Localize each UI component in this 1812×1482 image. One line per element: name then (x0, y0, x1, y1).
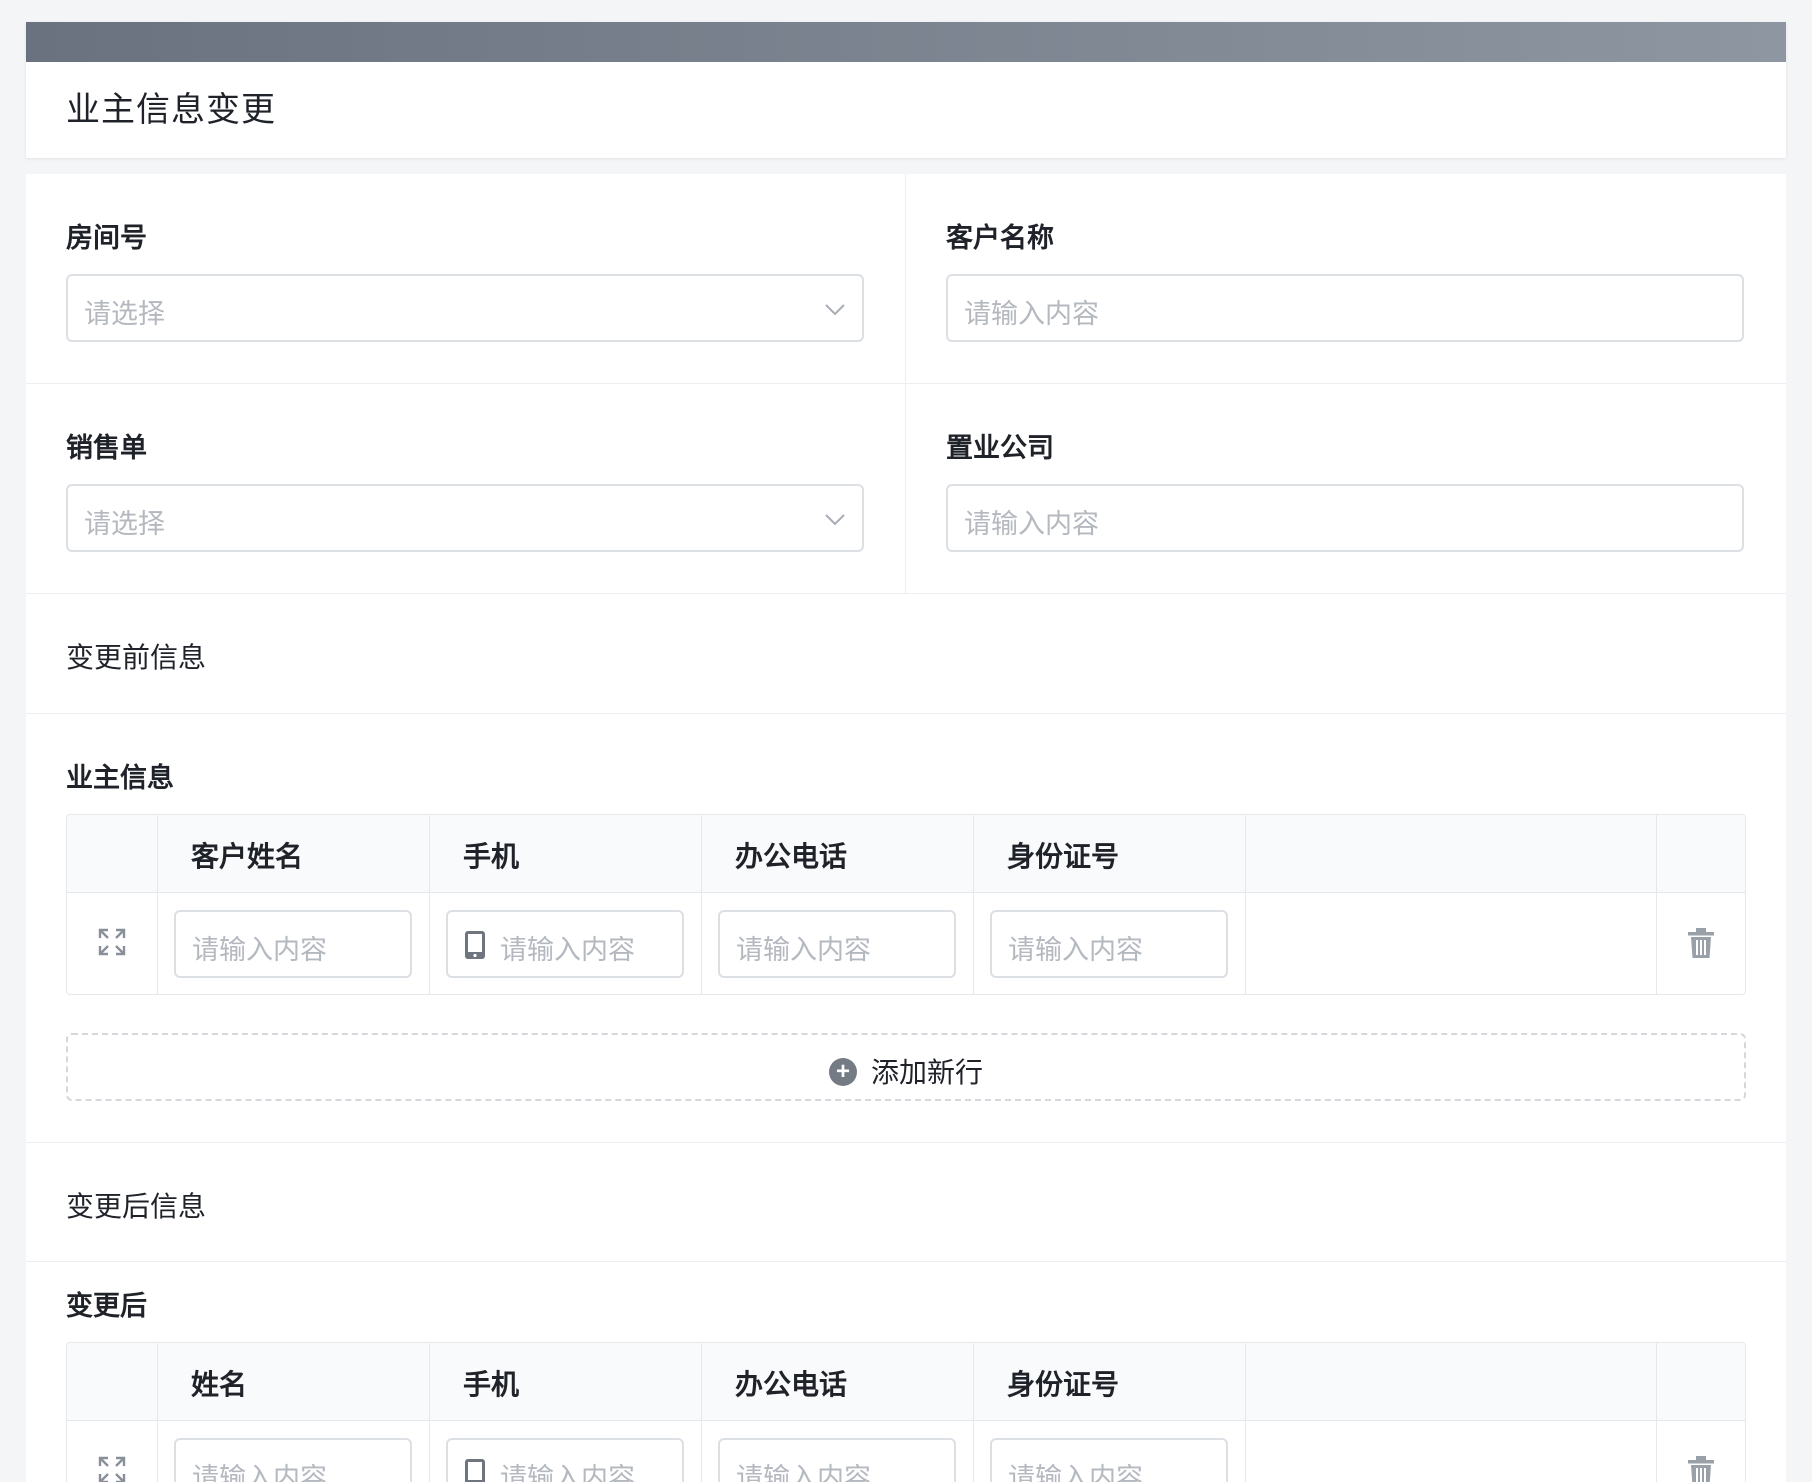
after-col-office-phone: 办公电话 (735, 1369, 848, 1400)
form-card: 房间号 请选择 客户名称 请输入内容 销售单 请选择 置业公司 请输入内容 变更… (26, 174, 1786, 1482)
property-company-label: 置业公司 (946, 433, 1054, 463)
room-no-select[interactable]: 请选择 (66, 274, 864, 342)
column-divider (157, 1343, 158, 1482)
after-name-input[interactable]: 请输入内容 (174, 1438, 412, 1482)
after-col-name: 姓名 (191, 1369, 248, 1400)
owner-col-name: 客户姓名 (191, 841, 304, 872)
property-company-input[interactable]: 请输入内容 (946, 484, 1744, 552)
chevron-down-icon (825, 304, 845, 316)
after-mobile-input[interactable]: 请输入内容 (446, 1438, 684, 1482)
column-divider (701, 815, 702, 994)
owner-table-title: 业主信息 (66, 763, 174, 793)
column-divider (157, 815, 158, 994)
phone-icon (465, 931, 485, 959)
phone-icon (465, 1459, 485, 1482)
owner-table-header (67, 815, 1745, 893)
plus-circle-icon: + (828, 1057, 857, 1086)
owner-office-phone-input[interactable]: 请输入内容 (718, 910, 956, 978)
sales-order-label: 销售单 (66, 433, 147, 463)
room-no-placeholder: 请选择 (84, 299, 165, 329)
customer-name-placeholder: 请输入内容 (964, 299, 1099, 329)
column-divider (429, 815, 430, 994)
owner-id-number-input[interactable]: 请输入内容 (990, 910, 1228, 978)
section-before-title: 变更前信息 (66, 642, 207, 673)
column-divider (429, 1343, 430, 1482)
column-divider (973, 815, 974, 994)
sales-order-select[interactable]: 请选择 (66, 484, 864, 552)
column-divider (1656, 1343, 1657, 1482)
expand-icon[interactable] (97, 927, 127, 957)
room-no-label: 房间号 (66, 223, 147, 253)
section-after-info: 变更后信息 (26, 1142, 1786, 1262)
column-divider (1656, 815, 1657, 994)
sales-order-placeholder: 请选择 (84, 509, 165, 539)
section-before-info: 变更前信息 (26, 594, 1786, 714)
column-divider (1245, 1343, 1246, 1482)
page: 业主信息变更 房间号 请选择 客户名称 请输入内容 销售单 请选择 置业公司 请… (26, 22, 1786, 1482)
column-divider (973, 1343, 974, 1482)
after-col-mobile: 手机 (463, 1369, 520, 1400)
after-name-placeholder: 请输入内容 (192, 1463, 327, 1482)
header-strip (26, 22, 1786, 62)
page-title: 业主信息变更 (66, 91, 276, 129)
column-divider (1245, 815, 1246, 994)
after-id-number-input[interactable]: 请输入内容 (990, 1438, 1228, 1482)
form-row-1: 房间号 请选择 客户名称 请输入内容 (26, 174, 1786, 384)
owner-name-input[interactable]: 请输入内容 (174, 910, 412, 978)
owner-table: 客户姓名 手机 办公电话 身份证号 请输入内容 请输入内容 请输入内容 请输入内… (66, 814, 1746, 995)
after-office-phone-input[interactable]: 请输入内容 (718, 1438, 956, 1482)
form-row-2: 销售单 请选择 置业公司 请输入内容 (26, 384, 1786, 594)
owner-mobile-input[interactable]: 请输入内容 (446, 910, 684, 978)
after-table: 姓名 手机 办公电话 身份证号 请输入内容 请输入内容 请输入内容 请输入内容 (66, 1342, 1746, 1482)
after-table-header (67, 1343, 1745, 1421)
owner-name-placeholder: 请输入内容 (192, 935, 327, 965)
section-after-title: 变更后信息 (66, 1191, 207, 1222)
after-mobile-placeholder: 请输入内容 (500, 1463, 635, 1482)
owner-mobile-placeholder: 请输入内容 (500, 935, 635, 965)
column-divider (905, 174, 906, 383)
column-divider (701, 1343, 702, 1482)
after-office-phone-placeholder: 请输入内容 (736, 1463, 871, 1482)
page-header: 业主信息变更 (26, 22, 1786, 158)
after-col-id-number: 身份证号 (1007, 1369, 1120, 1400)
customer-name-label: 客户名称 (946, 223, 1054, 253)
owner-office-phone-placeholder: 请输入内容 (736, 935, 871, 965)
add-row-button[interactable]: + 添加新行 (66, 1033, 1746, 1101)
trash-icon[interactable] (1687, 927, 1715, 959)
owner-col-id-number: 身份证号 (1007, 841, 1120, 872)
owner-id-number-placeholder: 请输入内容 (1008, 935, 1143, 965)
after-table-title: 变更后 (66, 1291, 147, 1321)
add-row-content: + 添加新行 (68, 1051, 1744, 1091)
owner-col-office-phone: 办公电话 (735, 841, 848, 872)
trash-icon[interactable] (1687, 1455, 1715, 1482)
expand-icon[interactable] (97, 1455, 127, 1482)
customer-name-input[interactable]: 请输入内容 (946, 274, 1744, 342)
property-company-placeholder: 请输入内容 (964, 509, 1099, 539)
after-id-number-placeholder: 请输入内容 (1008, 1463, 1143, 1482)
owner-col-mobile: 手机 (463, 841, 520, 872)
add-row-label: 添加新行 (870, 1057, 983, 1088)
chevron-down-icon (825, 514, 845, 526)
column-divider (905, 384, 906, 593)
